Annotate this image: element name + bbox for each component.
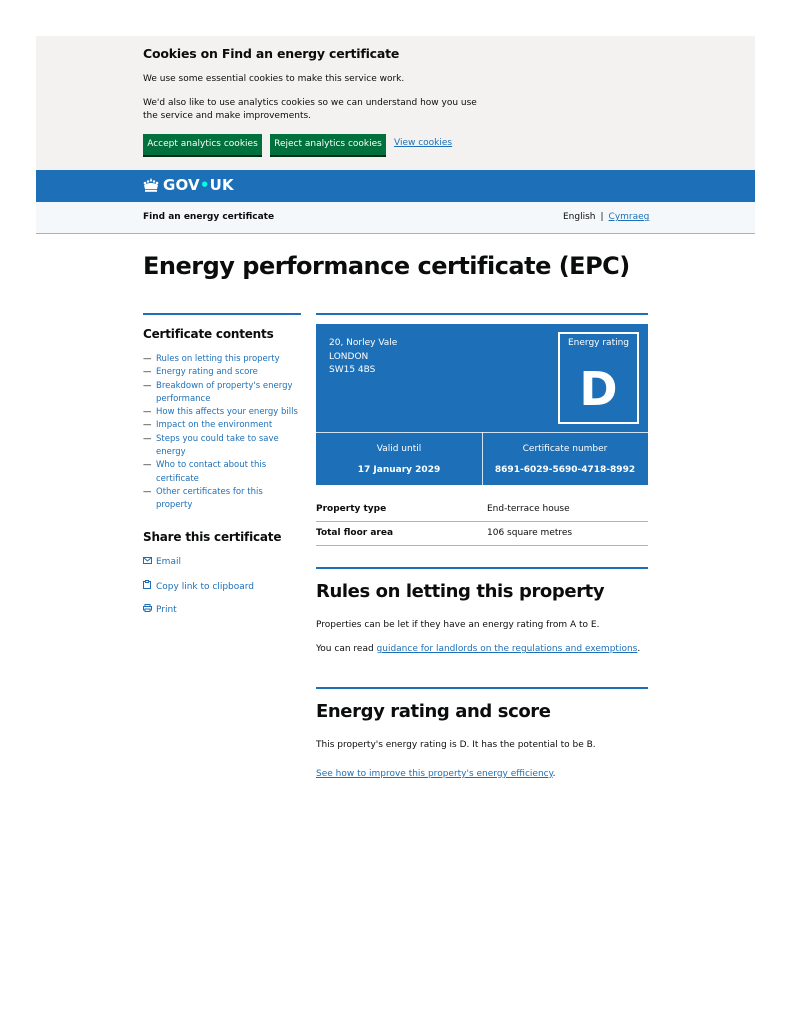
copy-link-button[interactable]: Copy link to clipboard — [143, 580, 254, 592]
address-line-3: SW15 4BS — [329, 365, 376, 375]
certificate-number-label: Certificate number — [522, 444, 608, 454]
browser-page: Cookies on Find an energy certificate We… — [36, 36, 755, 990]
contents-link-breakdown[interactable]: Breakdown of property's energy performan… — [156, 381, 293, 404]
certificate-contents-heading: Certificate contents — [143, 327, 274, 341]
epc-summary-card: 20, Norley Vale LONDON SW15 4BS Energy r… — [316, 324, 648, 485]
improve-efficiency-link[interactable]: See how to improve this property's energ… — [316, 769, 553, 779]
letting-section-heading: Rules on letting this property — [316, 581, 605, 602]
share-email-link[interactable]: Email — [143, 556, 181, 567]
page-title: Energy performance certificate (EPC) — [143, 252, 630, 280]
contents-item: Steps you could take to save energy — [143, 433, 301, 460]
letting-guidance-paragraph: You can read guidance for landlords on t… — [316, 644, 656, 654]
property-type-row: Property type End-terrace house — [316, 498, 648, 522]
cookie-banner: Cookies on Find an energy certificate We… — [36, 36, 755, 170]
govuk-logo-gov: GOV — [163, 176, 200, 194]
cookie-banner-text-analytics: We'd also like to use analytics cookies … — [143, 98, 477, 121]
contents-link-energy-bills[interactable]: How this affects your energy bills — [156, 407, 298, 417]
govuk-logo-dot: • — [199, 176, 210, 194]
reject-analytics-cookies-button[interactable]: Reject analytics cookies — [270, 134, 386, 155]
energy-rating-box: Energy rating D — [558, 332, 639, 424]
letting-guidance-prefix: You can read — [316, 644, 377, 654]
copy-link-label: Copy link to clipboard — [156, 582, 255, 592]
govuk-logo-uk: UK — [209, 176, 234, 194]
rating-section-rule — [316, 687, 648, 689]
certificate-number-value: 8691-6029-5690-4718-8992 — [494, 465, 636, 475]
rating-section-text: This property's energy rating is D. It h… — [316, 740, 596, 750]
printer-icon — [143, 604, 154, 615]
letting-section-text: Properties can be let if they have an en… — [316, 620, 600, 630]
floor-area-value: 106 square metres — [487, 528, 573, 538]
valid-until-label: Valid until — [376, 444, 422, 454]
print-label: Print — [156, 605, 177, 615]
contents-item: Energy rating and score — [143, 366, 301, 380]
clipboard-icon — [143, 580, 154, 592]
language-switcher: English | Cymraeg — [563, 212, 649, 222]
cookie-banner-text-essential: We use some essential cookies to make th… — [143, 74, 405, 84]
rating-section-heading: Energy rating and score — [316, 701, 551, 722]
crown-icon — [143, 178, 159, 192]
contents-item: Who to contact about this certificate — [143, 459, 301, 486]
improve-efficiency-suffix: . — [552, 769, 556, 779]
landlord-guidance-link[interactable]: guidance for landlords on the regulation… — [377, 644, 638, 654]
service-name-link[interactable]: Find an energy certificate — [143, 212, 274, 222]
govuk-header: GOV•UK — [36, 170, 755, 202]
contents-link-energy-rating[interactable]: Energy rating and score — [156, 367, 258, 377]
valid-until-value: 17 January 2029 — [357, 465, 441, 475]
letting-guidance-suffix: . — [637, 644, 641, 654]
contents-item: Impact on the environment — [143, 419, 301, 433]
property-type-label: Property type — [316, 504, 387, 514]
contents-link-steps[interactable]: Steps you could take to save energy — [156, 434, 279, 457]
language-cymraeg-link[interactable]: Cymraeg — [609, 212, 650, 222]
envelope-icon — [143, 556, 154, 567]
energy-rating-label: Energy rating — [567, 338, 630, 348]
govuk-logo[interactable]: GOV•UK — [163, 176, 234, 194]
view-cookies-link[interactable]: View cookies — [394, 138, 452, 148]
contents-item: How this affects your energy bills — [143, 406, 301, 420]
address-line-2: LONDON — [329, 351, 369, 362]
letting-section-rule — [316, 567, 648, 569]
card-column-divider — [482, 432, 483, 485]
contents-item: Breakdown of property's energy performan… — [143, 380, 301, 407]
contents-item: Rules on letting this property — [143, 353, 301, 367]
contents-item: Other certificates for this property — [143, 486, 301, 513]
certificate-contents-sidebar: Certificate contents Rules on letting th… — [143, 313, 301, 513]
certificate-contents-list: Rules on letting this property Energy ra… — [143, 353, 301, 513]
contents-link-rules-on-letting[interactable]: Rules on letting this property — [156, 354, 280, 364]
floor-area-row: Total floor area 106 square metres — [316, 522, 648, 546]
language-english-current: English — [563, 212, 596, 222]
accept-analytics-cookies-button[interactable]: Accept analytics cookies — [143, 134, 262, 155]
page: Cookies on Find an energy certificate We… — [0, 0, 791, 1024]
print-button[interactable]: Print — [143, 604, 177, 615]
address-line-1: 20, Norley Vale — [329, 338, 398, 348]
improve-efficiency-paragraph: See how to improve this property's energ… — [316, 769, 656, 779]
card-top-rule — [316, 313, 648, 315]
service-navigation: Find an energy certificate English | Cymra… — [36, 202, 755, 234]
share-email-label: Email — [156, 557, 181, 567]
contents-link-environment[interactable]: Impact on the environment — [156, 420, 272, 430]
property-address: 20, Norley Vale LONDON SW15 4BS — [329, 337, 397, 378]
language-separator: | — [600, 212, 604, 222]
cookie-banner-heading: Cookies on Find an energy certificate — [143, 46, 400, 61]
contents-link-who-to-contact[interactable]: Who to contact about this certificate — [156, 460, 266, 483]
floor-area-label: Total floor area — [316, 528, 394, 538]
property-type-value: End-terrace house — [487, 504, 570, 514]
share-heading: Share this certificate — [143, 530, 282, 544]
energy-rating-letter: D — [579, 362, 618, 416]
contents-link-other-certificates[interactable]: Other certificates for this property — [156, 487, 263, 510]
